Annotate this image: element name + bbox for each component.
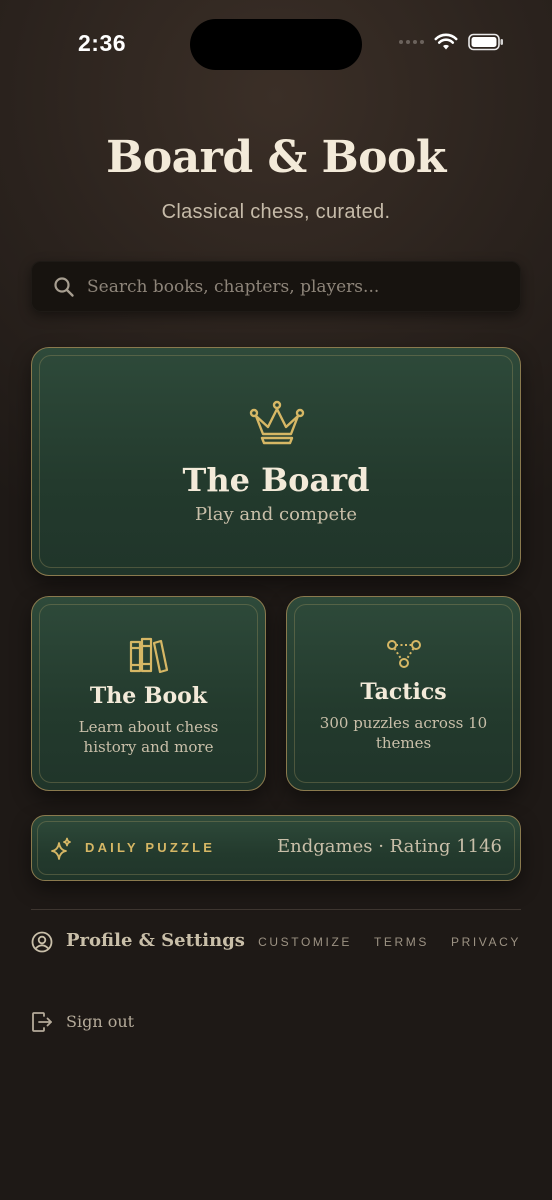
- the-board-subtitle: Play and compete: [194, 504, 358, 525]
- wifi-icon: [434, 33, 458, 50]
- status-icons: [399, 33, 504, 51]
- books-icon: [129, 637, 169, 674]
- search-icon: [54, 276, 74, 297]
- the-book-card[interactable]: The Book Learn about chess history and m…: [31, 596, 266, 791]
- cellular-signal-icon: [399, 40, 424, 44]
- sign-out-label: Sign out: [66, 1012, 135, 1031]
- daily-puzzle-info: Endgames · Rating 1146: [277, 836, 502, 857]
- app-subtitle: Classical chess, curated.: [161, 201, 391, 223]
- battery-icon: [468, 33, 503, 51]
- daily-puzzle-label: DAILY PUZZLE: [85, 840, 216, 855]
- terms-link[interactable]: TERMS: [374, 935, 429, 949]
- customize-link[interactable]: CUSTOMIZE: [258, 935, 352, 949]
- search-bar[interactable]: [31, 261, 521, 312]
- profile-icon[interactable]: [31, 931, 53, 953]
- status-bar: 2:36: [0, 0, 552, 90]
- footer-divider: [31, 909, 521, 910]
- tactics-subtitle: 300 puzzles across 10 themes: [319, 714, 488, 752]
- footer-links: CUSTOMIZE TERMS PRIVACY: [258, 935, 521, 949]
- tactics-card[interactable]: Tactics 300 puzzles across 10 themes: [286, 596, 521, 791]
- app-title: Board & Book: [106, 132, 446, 183]
- search-input[interactable]: [87, 276, 487, 297]
- node-graph-icon: [387, 640, 421, 668]
- status-time: 2:36: [78, 30, 127, 56]
- the-book-subtitle: Learn about chess history and more: [78, 718, 219, 756]
- the-book-title: The Book: [89, 683, 208, 709]
- dynamic-island: [190, 19, 362, 70]
- footer-row: Profile & Settings CUSTOMIZE TERMS PRIVA…: [31, 929, 521, 955]
- the-board-title: The Board: [182, 461, 370, 499]
- crown-icon: [249, 400, 305, 445]
- signout-icon: [32, 1012, 52, 1032]
- daily-puzzle-card[interactable]: DAILY PUZZLE Endgames · Rating 1146: [31, 815, 521, 881]
- the-board-card[interactable]: The Board Play and compete: [31, 347, 521, 576]
- sparkle-icon: [51, 837, 71, 860]
- privacy-link[interactable]: PRIVACY: [451, 935, 521, 949]
- profile-settings-link[interactable]: Profile & Settings: [66, 930, 245, 951]
- tactics-title: Tactics: [360, 679, 447, 705]
